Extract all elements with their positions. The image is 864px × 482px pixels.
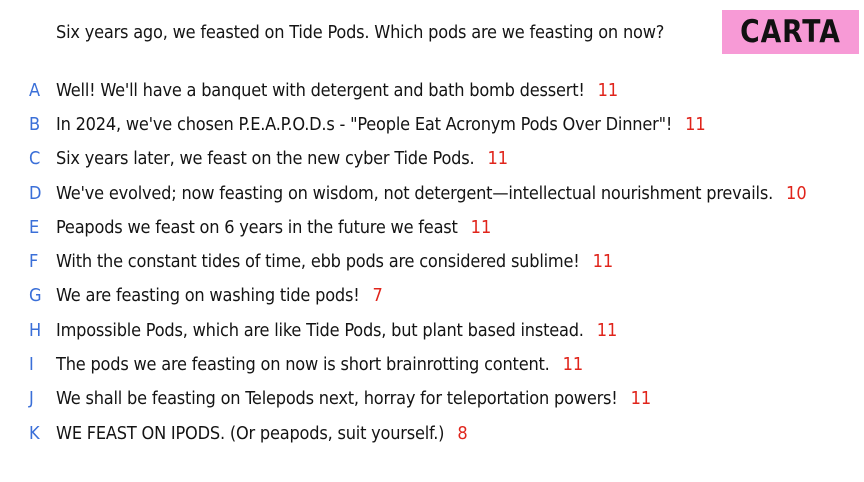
answer-letter: J: [29, 388, 34, 410]
answer-letter: K: [29, 422, 40, 444]
answer-text: In 2024, we've chosen P.E.A.P.O.D.s - "P…: [56, 113, 673, 135]
answer-letter: E: [29, 216, 40, 238]
answer-text: With the constant tides of time, ebb pod…: [56, 251, 580, 273]
answer-row-f: F With the constant tides of time, ebb p…: [0, 244, 864, 278]
answer-text: Well! We'll have a banquet with detergen…: [56, 79, 585, 101]
answer-score: 11: [487, 148, 509, 170]
answer-letter: A: [29, 79, 41, 101]
answer-text: We shall be feasting on Telepods next, h…: [56, 388, 618, 410]
answer-score: 11: [597, 79, 619, 101]
answer-letter: C: [29, 148, 41, 170]
answer-row-e: E Peapods we feast on 6 years in the fut…: [0, 210, 864, 244]
answer-score: 11: [592, 251, 614, 273]
question-text: Six years ago, we feasted on Tide Pods. …: [56, 22, 665, 43]
answer-letter: D: [29, 182, 42, 204]
answer-row-d: D We've evolved; now feasting on wisdom,…: [0, 176, 864, 210]
answer-score: 10: [786, 182, 807, 204]
answer-row-k: K WE FEAST ON IPODS. (Or peapods, suit y…: [0, 416, 864, 450]
answer-row-c: C Six years later, we feast on the new c…: [0, 142, 864, 176]
answer-score: 11: [470, 216, 492, 238]
answer-text: Peapods we feast on 6 years in the futur…: [56, 216, 458, 238]
answer-text: We've evolved; now feasting on wisdom, n…: [56, 182, 774, 204]
answer-row-j: J We shall be feasting on Telepods next,…: [0, 382, 864, 416]
answer-list: A Well! We'll have a banquet with deterg…: [0, 73, 864, 450]
answer-score: 8: [457, 422, 468, 444]
answer-letter: G: [29, 285, 42, 307]
answer-text: The pods we are feasting on now is short…: [56, 354, 550, 376]
answer-row-a: A Well! We'll have a banquet with deterg…: [0, 73, 864, 107]
answer-score: 11: [630, 388, 652, 410]
answer-score: 11: [596, 319, 618, 341]
answer-score: 11: [562, 354, 584, 376]
answer-text: We are feasting on washing tide pods!: [56, 285, 360, 307]
answer-letter: H: [29, 319, 42, 341]
answer-letter: F: [29, 251, 39, 273]
answer-row-h: H Impossible Pods, which are like Tide P…: [0, 313, 864, 347]
answer-row-g: G We are feasting on washing tide pods! …: [0, 279, 864, 313]
answer-text: Impossible Pods, which are like Tide Pod…: [56, 319, 584, 341]
brand-logo: CARTA: [722, 10, 859, 54]
answer-text: WE FEAST ON IPODS. (Or peapods, suit you…: [56, 422, 445, 444]
answer-text: Six years later, we feast on the new cyb…: [56, 148, 475, 170]
answer-letter: B: [29, 113, 41, 135]
brand-logo-text: CARTA: [740, 14, 841, 50]
answer-score: 7: [372, 285, 383, 307]
answer-letter: I: [29, 354, 34, 376]
answer-row-i: I The pods we are feasting on now is sho…: [0, 347, 864, 381]
answer-row-b: B In 2024, we've chosen P.E.A.P.O.D.s - …: [0, 107, 864, 141]
answer-score: 11: [685, 113, 706, 135]
